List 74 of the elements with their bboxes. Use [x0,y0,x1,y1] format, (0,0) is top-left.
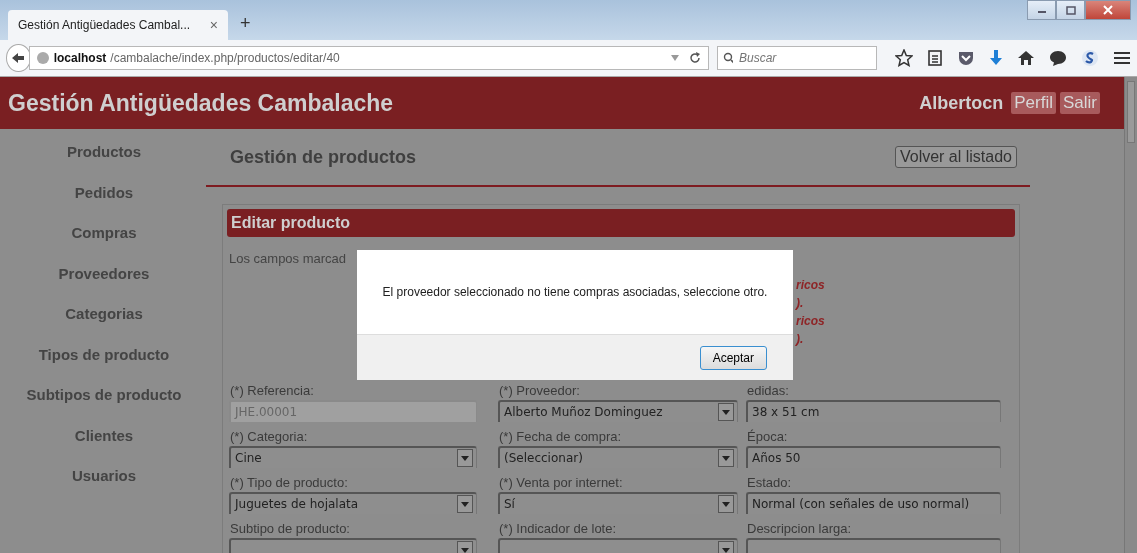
sidebar-item[interactable]: Productos [66,139,142,180]
minimize-button[interactable] [1027,0,1056,20]
new-tab-button[interactable]: + [240,13,251,34]
sidebar-item[interactable]: Pedidos [74,179,134,220]
menu-icon[interactable] [1113,50,1131,66]
select-field[interactable]: Sí [498,492,738,514]
download-icon[interactable] [989,49,1003,67]
header-link[interactable]: Perfil [1011,92,1056,114]
dialog-message: El proveedor seleccionado no tiene compras asociadas, seleccione otro. [382,285,768,299]
field-label: (*) Referencia: [230,383,314,398]
scrollbar[interactable] [1124,77,1137,553]
select-field[interactable]: Cine [229,446,477,468]
accept-button[interactable]: Aceptar [699,345,767,370]
close-button[interactable] [1085,0,1131,20]
field-label: Subtipo de producto: [230,521,350,536]
caret-icon [718,495,734,513]
note-text: ). [796,295,805,312]
search-icon [723,52,733,64]
search-input[interactable]: Buscar [737,50,871,66]
caret-icon [457,449,473,467]
field-label: (*) Proveedor: [499,383,580,398]
field-label: (*) Indicador de lote: [499,521,617,536]
select-field[interactable]: Alberto Muñoz Dominguez [498,400,738,422]
field-label: edidas: [747,383,789,398]
search-field[interactable]: Buscar [717,46,877,70]
back-arrow-icon [11,52,26,64]
caret-icon [457,495,473,513]
reload-icon[interactable] [688,51,702,65]
field-label: (*) Venta por internet: [499,475,623,490]
clipboard-icon[interactable] [927,49,943,67]
field-label: Descripcion larga: [747,521,852,536]
caret-icon [718,449,734,467]
site-title: Gestión Antigüedades Cambalache [8,89,394,117]
sidebar-item[interactable]: Proveedores [58,260,150,301]
note-text: ricos [796,313,826,330]
page-heading: Gestión de productos [230,146,416,168]
browser-tab[interactable]: Gestión Antigüedades Cambal... × [8,10,228,40]
sidebar-item[interactable]: Subtipos de producto [26,382,182,423]
star-icon[interactable] [895,49,913,67]
maximize-icon [1065,5,1076,15]
sidebar-item[interactable]: Tipos de producto [38,341,170,382]
field-label: (*) Fecha de compra: [499,429,622,444]
header-link[interactable]: Salir [1060,92,1100,114]
input-field[interactable]: Normal (con señales de uso normal) [746,492,1001,514]
select-field[interactable]: (Seleccionar) [498,446,738,468]
tab-title: Gestión Antigüedades Cambal... [18,18,191,32]
panel-title: Editar producto [227,209,1015,237]
back-button[interactable] [6,44,31,72]
maximize-button[interactable] [1056,0,1085,20]
sidebar-item[interactable]: Clientes [74,422,134,463]
note-text: ricos [796,277,826,294]
home-icon[interactable] [1017,50,1035,66]
extension-icon[interactable] [1081,49,1099,67]
user-name: Albertocn [919,92,1004,114]
sidebar-item[interactable]: Categorias [65,301,143,342]
caret-icon [718,403,734,421]
note-text: ). [796,331,805,348]
sidebar-item[interactable]: Usuarios [71,463,137,504]
sidebar-item[interactable]: Compras [71,220,137,261]
tab-close-button[interactable]: × [209,17,218,33]
select-field[interactable]: Juguetes de hojalata [229,492,477,514]
chat-icon[interactable] [1049,50,1067,66]
back-to-list-button[interactable]: Volver al listado [894,146,1017,168]
dropdown-icon[interactable] [670,54,680,62]
input-field[interactable]: 38 x 51 cm [746,400,1001,422]
field-label: Estado: [747,475,792,490]
close-icon [1102,5,1114,15]
field-label: Época: [747,429,788,444]
intro-text: Los campos marcad [229,251,348,266]
input-field[interactable]: Años 50 [746,446,1001,468]
field-label: (*) Tipo de producto: [230,475,348,490]
address-bar[interactable]: localhost /cambalache/index.php/productos/editar/40 [28,46,709,70]
pocket-icon[interactable] [957,50,975,66]
field-label: (*) Categoria: [230,429,308,444]
